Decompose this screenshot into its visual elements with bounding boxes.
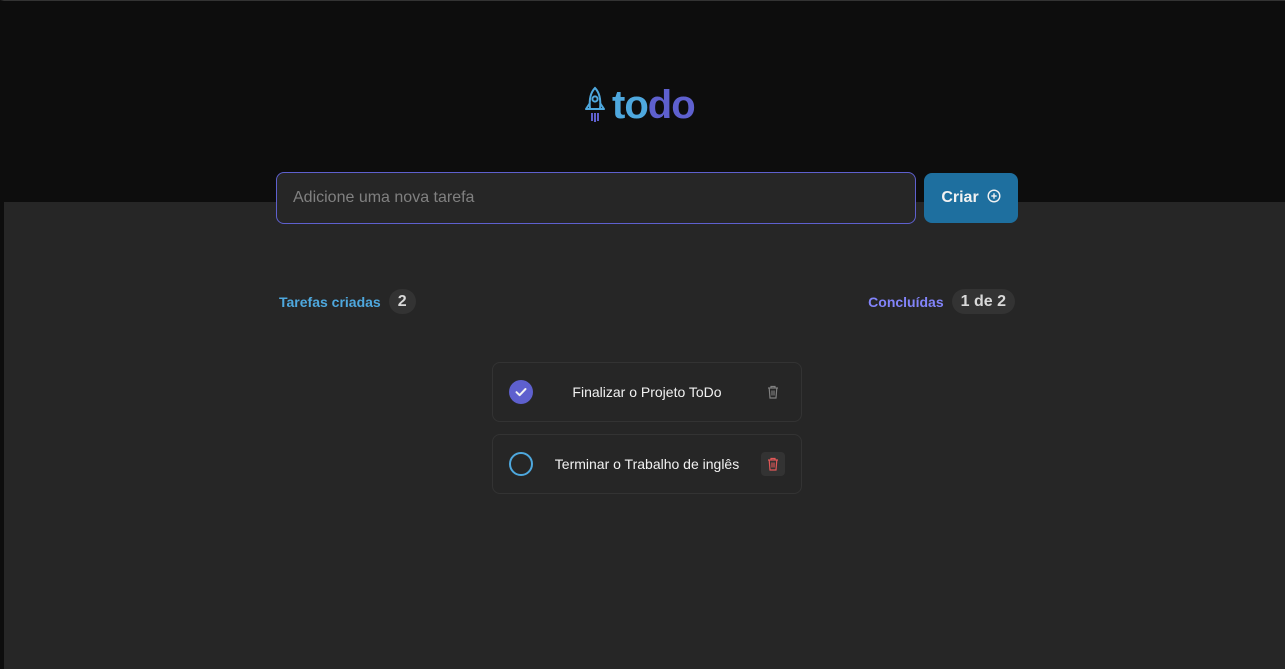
plus-circle-icon [987, 188, 1001, 208]
delete-task-button[interactable] [761, 452, 785, 476]
create-button[interactable]: Criar [924, 173, 1018, 223]
logo-part-do: do [647, 83, 696, 127]
created-label: Tarefas criadas [279, 293, 381, 310]
logo-part-to: to [612, 83, 649, 127]
new-task-input[interactable] [276, 172, 916, 224]
new-task-form: Criar [276, 172, 1018, 224]
task-text: Finalizar o Projeto ToDo [572, 384, 722, 400]
rocket-icon [582, 85, 608, 125]
task-counters: Tarefas criadas 2 Concluídas 1 de 2 [279, 289, 1015, 314]
created-counter: Tarefas criadas 2 [279, 289, 416, 314]
created-count-badge: 2 [388, 289, 416, 314]
done-label: Concluídas [868, 293, 944, 310]
create-button-label: Criar [941, 189, 979, 206]
done-counter: Concluídas 1 de 2 [868, 289, 1015, 314]
task-checkbox-checked[interactable] [509, 380, 533, 404]
logo-wordmark: todo [612, 83, 696, 127]
app-window: todo Criar Tarefas criadas 2 Concluídas … [0, 0, 1285, 669]
task-text: Terminar o Trabalho de inglês [554, 456, 740, 472]
task-item: Finalizar o Projeto ToDo [492, 362, 802, 422]
trash-icon [768, 457, 778, 471]
trash-icon [768, 385, 778, 399]
logo: todo [582, 83, 696, 127]
task-list: Finalizar o Projeto ToDo Terminar o Trab… [492, 362, 802, 494]
done-count-badge: 1 de 2 [951, 289, 1015, 314]
task-item: Terminar o Trabalho de inglês [492, 434, 802, 494]
task-checkbox-unchecked[interactable] [509, 452, 533, 476]
checkmark-icon [515, 388, 527, 397]
delete-task-button[interactable] [761, 380, 785, 404]
